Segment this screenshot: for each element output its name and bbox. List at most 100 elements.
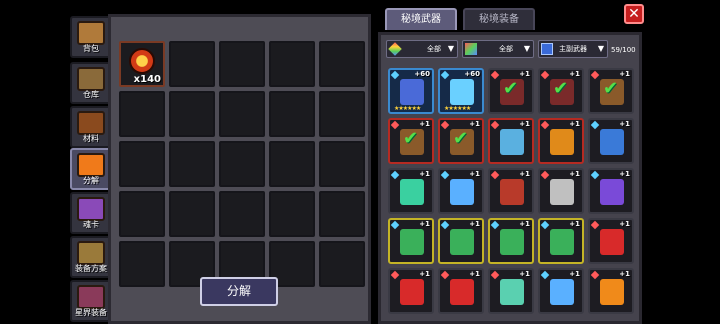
enhance-level: +1 bbox=[569, 220, 580, 228]
side-tab-label: 魂卡 bbox=[83, 220, 99, 229]
decompose-slot[interactable] bbox=[319, 241, 365, 287]
chevron-down-icon: ▼ bbox=[447, 44, 454, 53]
red-gem-icon bbox=[390, 120, 400, 130]
selected-check-icon: ✔ bbox=[403, 128, 419, 149]
red-ring-icon bbox=[400, 279, 424, 305]
red-gem-icon bbox=[490, 70, 500, 80]
quality-filter-dropdown[interactable]: 全部 ▼ bbox=[386, 40, 458, 58]
decompose-slot[interactable] bbox=[219, 191, 265, 237]
chevron-down-icon: ▼ bbox=[523, 44, 530, 53]
weapon-slot[interactable]: +1 bbox=[588, 168, 634, 214]
side-tab-label: 装备方案 bbox=[75, 264, 107, 273]
side-tab-3[interactable]: 分解 bbox=[70, 148, 112, 190]
weapon-slot[interactable]: +1 bbox=[488, 168, 534, 214]
chevron-down-icon: ▼ bbox=[597, 44, 604, 53]
side-tab-label: 材料 bbox=[83, 134, 99, 143]
flame-blade-icon bbox=[550, 129, 574, 155]
enhance-level: +1 bbox=[519, 220, 530, 228]
decompose-slot[interactable] bbox=[119, 91, 165, 137]
side-tab-1[interactable]: 仓库 bbox=[70, 62, 112, 104]
tab-secret-weapons[interactable]: 秘境武器 bbox=[385, 8, 457, 30]
warehouse-chest-icon bbox=[77, 67, 105, 91]
enhance-level: +1 bbox=[519, 170, 530, 178]
weapon-slot[interactable]: +1 bbox=[538, 118, 584, 164]
rainbow-diamond-icon bbox=[388, 42, 402, 56]
ice-crystal-weapon-icon bbox=[450, 79, 474, 105]
enhance-level: +1 bbox=[619, 120, 630, 128]
red-ring-icon bbox=[450, 279, 474, 305]
weapon-slot[interactable]: +1 bbox=[438, 218, 484, 264]
weapon-slot[interactable]: +1 ✔ bbox=[588, 68, 634, 114]
weapon-slot[interactable]: +60 ★★★★★★ bbox=[438, 68, 484, 114]
weapon-slot[interactable]: +1 bbox=[588, 118, 634, 164]
weapon-slot[interactable]: +60 ★★★★★★ bbox=[388, 68, 434, 114]
weapon-type-filter-dropdown[interactable]: 主副武器 ▼ bbox=[538, 40, 608, 58]
decompose-slot[interactable] bbox=[269, 191, 315, 237]
weapon-slot[interactable]: +1 bbox=[388, 268, 434, 314]
weapon-slot[interactable]: +1 bbox=[488, 118, 534, 164]
decompose-slot[interactable]: x140 bbox=[119, 41, 165, 87]
decompose-slot[interactable] bbox=[119, 241, 165, 287]
weapon-slot[interactable]: +1 bbox=[488, 218, 534, 264]
weapon-slot[interactable]: +1 ✔ bbox=[538, 68, 584, 114]
decompose-slot[interactable] bbox=[219, 41, 265, 87]
element-filter-label: 全部 bbox=[499, 45, 513, 53]
decompose-slot[interactable] bbox=[319, 41, 365, 87]
quality-filter-label: 全部 bbox=[427, 45, 441, 53]
tab-secret-equipment[interactable]: 秘境装备 bbox=[463, 8, 535, 30]
decompose-slot[interactable] bbox=[269, 91, 315, 137]
decompose-slot[interactable] bbox=[169, 141, 215, 187]
blue-cross-spear-icon bbox=[600, 129, 624, 155]
decompose-slot[interactable] bbox=[319, 91, 365, 137]
side-tab-6[interactable]: 星界装备 bbox=[70, 280, 112, 322]
green-crab-icon bbox=[400, 229, 424, 255]
weapon-slot[interactable]: +1 ✔ bbox=[488, 68, 534, 114]
weapon-slot[interactable]: +1 bbox=[538, 168, 584, 214]
weapon-slot[interactable]: +1 ✔ bbox=[438, 118, 484, 164]
decompose-slot[interactable] bbox=[269, 41, 315, 87]
decompose-slot[interactable] bbox=[319, 191, 365, 237]
weapon-slot[interactable]: +1 bbox=[388, 218, 434, 264]
decompose-slot[interactable] bbox=[119, 141, 165, 187]
red-gem-icon bbox=[490, 270, 500, 280]
decompose-slot[interactable] bbox=[319, 141, 365, 187]
side-tab-0[interactable]: 背包 bbox=[70, 16, 112, 58]
decompose-slot[interactable] bbox=[219, 141, 265, 187]
weapon-type-filter-label: 主副武器 bbox=[559, 45, 587, 53]
weapon-slot[interactable]: +1 bbox=[538, 268, 584, 314]
decompose-slot[interactable] bbox=[169, 91, 215, 137]
enhance-level: +1 bbox=[469, 120, 480, 128]
weapon-slot[interactable]: +1 bbox=[538, 218, 584, 264]
weapon-slot[interactable]: +1 bbox=[588, 218, 634, 264]
decompose-slot[interactable] bbox=[169, 41, 215, 87]
weapon-grid: +60 ★★★★★★ +60 ★★★★★★ +1 ✔ +1 ✔ +1 ✔ +1 ✔ +1 ✔ +1 +1 +1 +… bbox=[388, 68, 634, 314]
equipment-plan-icon bbox=[77, 241, 105, 265]
weapon-slot[interactable]: +1 bbox=[438, 268, 484, 314]
blue-gem-icon bbox=[440, 220, 450, 230]
decompose-slot[interactable] bbox=[269, 141, 315, 187]
ice-staff-icon bbox=[500, 129, 524, 155]
side-tab-4[interactable]: 魂卡 bbox=[70, 192, 112, 234]
decompose-slot[interactable] bbox=[119, 191, 165, 237]
weapon-slot[interactable]: +1 bbox=[588, 268, 634, 314]
side-tab-5[interactable]: 装备方案 bbox=[70, 236, 112, 278]
ice-shard-icon bbox=[550, 279, 574, 305]
red-gem-icon bbox=[590, 270, 600, 280]
weapon-slot[interactable]: +1 ✔ bbox=[388, 118, 434, 164]
green-crab-icon bbox=[550, 229, 574, 255]
silver-axe-icon bbox=[550, 179, 574, 205]
backpack-chest-icon bbox=[77, 21, 105, 45]
side-tab-2[interactable]: 材料 bbox=[70, 106, 112, 148]
close-button[interactable]: ✕ bbox=[624, 4, 644, 24]
weapon-slot[interactable]: +1 bbox=[388, 168, 434, 214]
decompose-slot[interactable] bbox=[169, 191, 215, 237]
star-rating: ★★★★★★ bbox=[394, 105, 421, 112]
decompose-button[interactable]: 分解 bbox=[200, 277, 278, 306]
weapon-slot[interactable]: +1 bbox=[488, 268, 534, 314]
teal-serpent-icon bbox=[400, 179, 424, 205]
weapon-slot[interactable]: +1 bbox=[438, 168, 484, 214]
red-gem-icon bbox=[440, 120, 450, 130]
star-rating: ★★★★★★ bbox=[444, 105, 471, 112]
decompose-slot[interactable] bbox=[219, 91, 265, 137]
element-filter-dropdown[interactable]: 全部 ▼ bbox=[462, 40, 534, 58]
